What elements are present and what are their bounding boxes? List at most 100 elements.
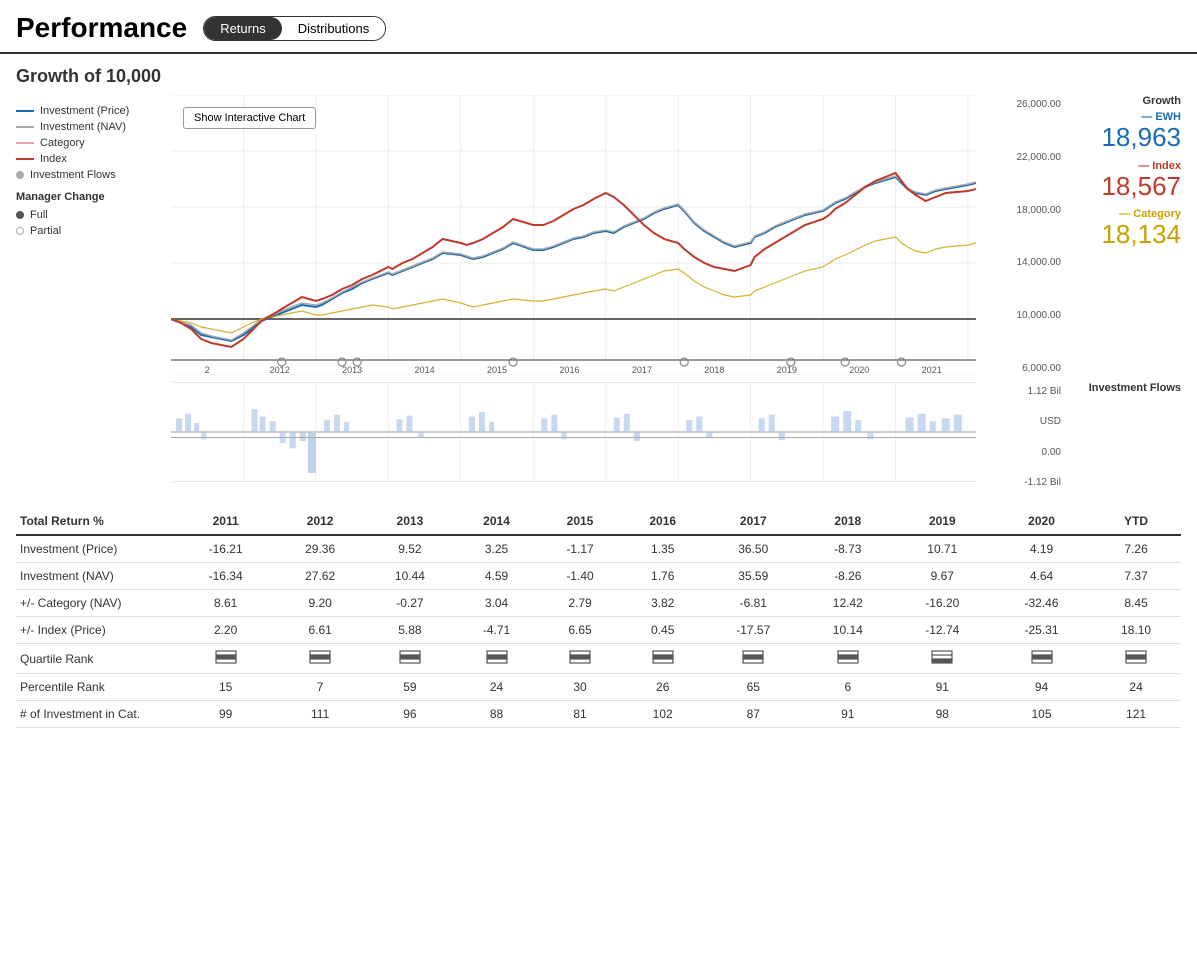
table-section: Total Return % 2011 2012 2013 2014 2015 …: [0, 492, 1197, 744]
quartile-icon: [931, 650, 953, 664]
axis-value-2: 22,000.00: [976, 152, 1061, 163]
flow-legend-spacer: [16, 382, 171, 492]
right-panel: Growth — EWH 18,963 — Index 18,567 — Cat…: [1061, 95, 1181, 378]
legend-label-index: Index: [40, 153, 67, 165]
growth-section-title: Growth of 10,000: [0, 54, 1197, 95]
cell-nav-2017: 35.59: [704, 563, 803, 590]
row-label-inv-cat: # of Investment in Cat.: [16, 701, 176, 728]
svg-text:2019: 2019: [777, 365, 797, 375]
main-chart-svg: 2 2012 2013 2014 2015 2016 2017 2018 201…: [171, 95, 976, 375]
index-value: 18,567: [1069, 172, 1181, 201]
cell-idx-2017: -17.57: [704, 617, 803, 644]
col-header-2012: 2012: [275, 508, 365, 535]
cell-nav-2016: 1.76: [622, 563, 704, 590]
row-label-index: +/- Index (Price): [16, 617, 176, 644]
show-interactive-chart-button[interactable]: Show Interactive Chart: [183, 107, 316, 129]
cell-price-2012: 29.36: [275, 535, 365, 563]
cell-nav-ytd: 7.37: [1091, 563, 1181, 590]
col-header-2015: 2015: [538, 508, 621, 535]
cell-idx-ytd: 18.10: [1091, 617, 1181, 644]
legend-investment-price: Investment (Price): [16, 105, 171, 117]
col-header-2013: 2013: [365, 508, 455, 535]
legend-category: Category: [16, 137, 171, 149]
cell-idx-2018: 10.14: [803, 617, 893, 644]
table-row-category: +/- Category (NAV) 8.61 9.20 -0.27 3.04 …: [16, 590, 1181, 617]
index-label: — Index: [1069, 160, 1181, 172]
flow-right-axis: 1.12 Bil USD 0.00 -1.12 Bil: [976, 382, 1061, 492]
col-header-2011: 2011: [176, 508, 275, 535]
flow-zero-line: [171, 437, 976, 438]
chart-legend: Investment (Price) Investment (NAV) Cate…: [16, 95, 171, 378]
svg-text:2014: 2014: [415, 365, 435, 375]
flow-label: Investment Flows: [1069, 382, 1181, 394]
col-header-2017: 2017: [704, 508, 803, 535]
cell-pct-2017: 65: [704, 674, 803, 701]
flow-right-panel: Investment Flows: [1061, 382, 1181, 492]
page-header: Performance Returns Distributions: [0, 0, 1197, 54]
ewh-value: 18,963: [1069, 123, 1181, 152]
growth-label: Growth: [1069, 95, 1181, 107]
cell-price-2018: -8.73: [803, 535, 893, 563]
table-row-quartile: Quartile Rank: [16, 644, 1181, 674]
cell-inv-2011: 99: [176, 701, 275, 728]
cell-pct-2012: 7: [275, 674, 365, 701]
legend-full-label: Full: [30, 209, 48, 221]
cell-cat-2013: -0.27: [365, 590, 455, 617]
row-label-nav: Investment (NAV): [16, 563, 176, 590]
cell-idx-2014: -4.71: [455, 617, 538, 644]
row-label-category: +/- Category (NAV): [16, 590, 176, 617]
cell-pct-2018: 6: [803, 674, 893, 701]
svg-text:2021: 2021: [922, 365, 942, 375]
quartile-icon: [215, 650, 237, 664]
quartile-icon: [486, 650, 508, 664]
quartile-2017: [704, 644, 803, 674]
quartile-2015: [538, 644, 621, 674]
col-header-2019: 2019: [893, 508, 992, 535]
cell-pct-ytd: 24: [1091, 674, 1181, 701]
tab-distributions[interactable]: Distributions: [282, 17, 386, 40]
svg-text:2018: 2018: [704, 365, 724, 375]
cell-inv-2020: 105: [992, 701, 1091, 728]
cell-pct-2011: 15: [176, 674, 275, 701]
legend-index: Index: [16, 153, 171, 165]
cell-idx-2013: 5.88: [365, 617, 455, 644]
cell-nav-2011: -16.34: [176, 563, 275, 590]
quartile-2013: [365, 644, 455, 674]
quartile-icon: [1031, 650, 1053, 664]
main-chart-row: Investment (Price) Investment (NAV) Cate…: [0, 95, 1197, 378]
cell-cat-2014: 3.04: [455, 590, 538, 617]
cell-nav-2013: 10.44: [365, 563, 455, 590]
svg-text:2015: 2015: [487, 365, 507, 375]
legend-line-category: [16, 142, 34, 144]
cell-idx-2020: -25.31: [992, 617, 1091, 644]
svg-text:2017: 2017: [632, 365, 652, 375]
legend-line-index: [16, 158, 34, 160]
cell-cat-2015: 2.79: [538, 590, 621, 617]
flow-chart-svg: [171, 382, 976, 482]
cell-pct-2013: 59: [365, 674, 455, 701]
row-label-price: Investment (Price): [16, 535, 176, 563]
tab-returns[interactable]: Returns: [204, 17, 282, 40]
cell-price-2011: -16.21: [176, 535, 275, 563]
quartile-2019: [893, 644, 992, 674]
cell-cat-2012: 9.20: [275, 590, 365, 617]
cell-cat-ytd: 8.45: [1091, 590, 1181, 617]
cell-price-2016: 1.35: [622, 535, 704, 563]
flow-unit: USD: [976, 416, 1061, 427]
quartile-icon: [569, 650, 591, 664]
cell-cat-2019: -16.20: [893, 590, 992, 617]
main-chart-right-axis: 26,000.00 22,000.00 18,000.00 14,000.00 …: [976, 95, 1061, 378]
cell-pct-2015: 30: [538, 674, 621, 701]
legend-investment-nav: Investment (NAV): [16, 121, 171, 133]
axis-value-1: 26,000.00: [976, 99, 1061, 110]
performance-table: Total Return % 2011 2012 2013 2014 2015 …: [16, 508, 1181, 728]
quartile-icon: [742, 650, 764, 664]
cell-cat-2018: 12.42: [803, 590, 893, 617]
col-header-2018: 2018: [803, 508, 893, 535]
cell-cat-2016: 3.82: [622, 590, 704, 617]
quartile-icon: [837, 650, 859, 664]
quartile-2020: [992, 644, 1091, 674]
table-row-investment-price: Investment (Price) -16.21 29.36 9.52 3.2…: [16, 535, 1181, 563]
axis-value-5: 10,000.00: [976, 310, 1061, 321]
cell-cat-2017: -6.81: [704, 590, 803, 617]
